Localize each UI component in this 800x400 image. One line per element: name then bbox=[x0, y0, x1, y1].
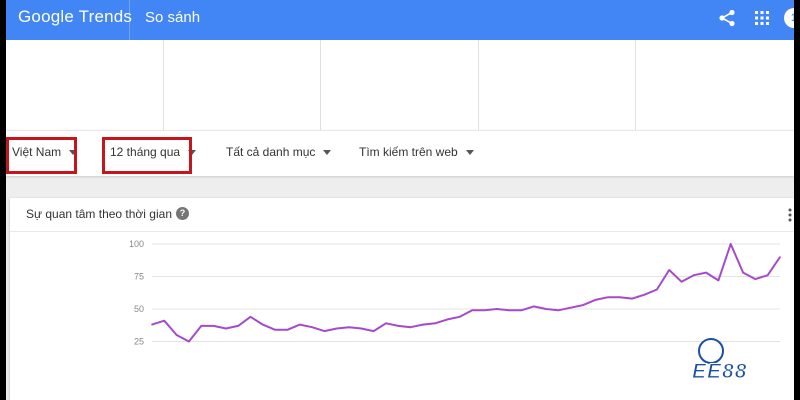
data-point bbox=[385, 322, 387, 325]
data-point bbox=[459, 316, 461, 318]
data-point bbox=[496, 308, 498, 310]
category-dropdown[interactable]: Tất cả danh mục bbox=[226, 145, 332, 159]
header-divider bbox=[129, 0, 130, 40]
apps-grid-icon[interactable] bbox=[754, 10, 770, 26]
data-point bbox=[766, 274, 769, 276]
ee88-watermark-logo: EE88 bbox=[688, 338, 788, 384]
data-point bbox=[200, 325, 203, 327]
data-point bbox=[557, 309, 560, 312]
data-point bbox=[335, 327, 338, 330]
series-line[interactable] bbox=[151, 243, 781, 343]
compare-term-slot[interactable] bbox=[636, 40, 794, 130]
compare-term-slot[interactable] bbox=[164, 40, 322, 130]
data-point bbox=[668, 269, 670, 271]
data-point bbox=[606, 296, 609, 299]
data-point bbox=[299, 323, 301, 326]
data-point bbox=[249, 316, 252, 318]
compare-terms-row bbox=[6, 40, 794, 130]
data-point bbox=[372, 330, 375, 332]
data-point bbox=[643, 293, 646, 296]
data-point bbox=[237, 325, 239, 327]
data-point bbox=[212, 325, 215, 327]
search-type-value: Tìm kiếm trên web bbox=[359, 145, 458, 159]
data-point bbox=[225, 327, 227, 330]
data-point bbox=[434, 322, 437, 325]
data-point bbox=[619, 296, 621, 299]
compare-term-slot[interactable] bbox=[6, 40, 164, 130]
chevron-down-icon bbox=[323, 150, 332, 156]
data-point bbox=[705, 271, 707, 274]
data-point bbox=[508, 309, 510, 312]
data-point bbox=[360, 327, 363, 330]
data-point bbox=[409, 326, 412, 328]
y-tick-label: 100 bbox=[129, 239, 144, 249]
notification-badge[interactable]: 1 bbox=[784, 8, 794, 28]
logo-brand: Google bbox=[18, 7, 75, 26]
logo-product: Trends bbox=[78, 7, 133, 26]
data-point bbox=[582, 304, 584, 306]
data-point bbox=[680, 280, 683, 283]
data-point bbox=[483, 309, 486, 312]
google-trends-logo[interactable]: Google Trends bbox=[18, 7, 132, 27]
y-tick-label: 25 bbox=[134, 337, 144, 347]
data-point bbox=[188, 340, 190, 343]
data-point bbox=[274, 329, 276, 331]
data-point bbox=[446, 318, 449, 321]
data-point bbox=[323, 330, 326, 332]
data-point bbox=[742, 271, 744, 274]
data-point bbox=[729, 243, 732, 245]
watermark-text: EE88 bbox=[691, 360, 748, 384]
data-point bbox=[656, 288, 658, 291]
app-header: Google Trends So sánh 1 bbox=[6, 0, 794, 40]
y-tick-label: 75 bbox=[134, 272, 144, 282]
chevron-down-icon bbox=[465, 150, 474, 156]
data-point bbox=[717, 279, 720, 282]
data-point bbox=[471, 309, 474, 312]
data-point bbox=[348, 326, 350, 328]
data-point bbox=[754, 278, 757, 280]
filter-bar: Việt Nam 12 tháng qua Tất cả danh mục Tì… bbox=[6, 130, 794, 176]
data-point bbox=[286, 329, 289, 331]
period-highlight-box bbox=[102, 137, 192, 174]
data-point bbox=[569, 306, 572, 309]
data-point bbox=[594, 299, 597, 301]
data-point bbox=[175, 334, 178, 336]
data-point bbox=[163, 319, 166, 322]
data-point bbox=[693, 274, 695, 276]
interest-over-time-card: Sự quan tâm theo thời gian ? 25 50 75 100 bbox=[10, 198, 794, 400]
interest-line-chart: 25 50 75 100 bbox=[129, 239, 781, 347]
y-tick-label: 50 bbox=[134, 304, 144, 314]
data-point bbox=[311, 326, 313, 328]
data-point bbox=[520, 309, 523, 312]
data-point bbox=[151, 323, 153, 326]
data-point bbox=[422, 323, 424, 326]
data-point bbox=[545, 308, 547, 310]
region-highlight-box bbox=[6, 137, 77, 174]
data-point bbox=[779, 256, 781, 258]
data-point bbox=[631, 297, 633, 300]
share-icon[interactable] bbox=[718, 9, 736, 27]
compare-term-slot[interactable] bbox=[479, 40, 637, 130]
page-title: So sánh bbox=[145, 9, 201, 26]
search-type-dropdown[interactable]: Tìm kiếm trên web bbox=[359, 145, 474, 159]
data-point bbox=[532, 305, 535, 308]
category-value: Tất cả danh mục bbox=[226, 145, 316, 159]
data-point bbox=[262, 323, 264, 326]
compare-term-slot[interactable] bbox=[321, 40, 479, 130]
google-trends-window: Google Trends So sánh 1 Việt Nam bbox=[6, 0, 794, 400]
data-point bbox=[397, 325, 400, 327]
